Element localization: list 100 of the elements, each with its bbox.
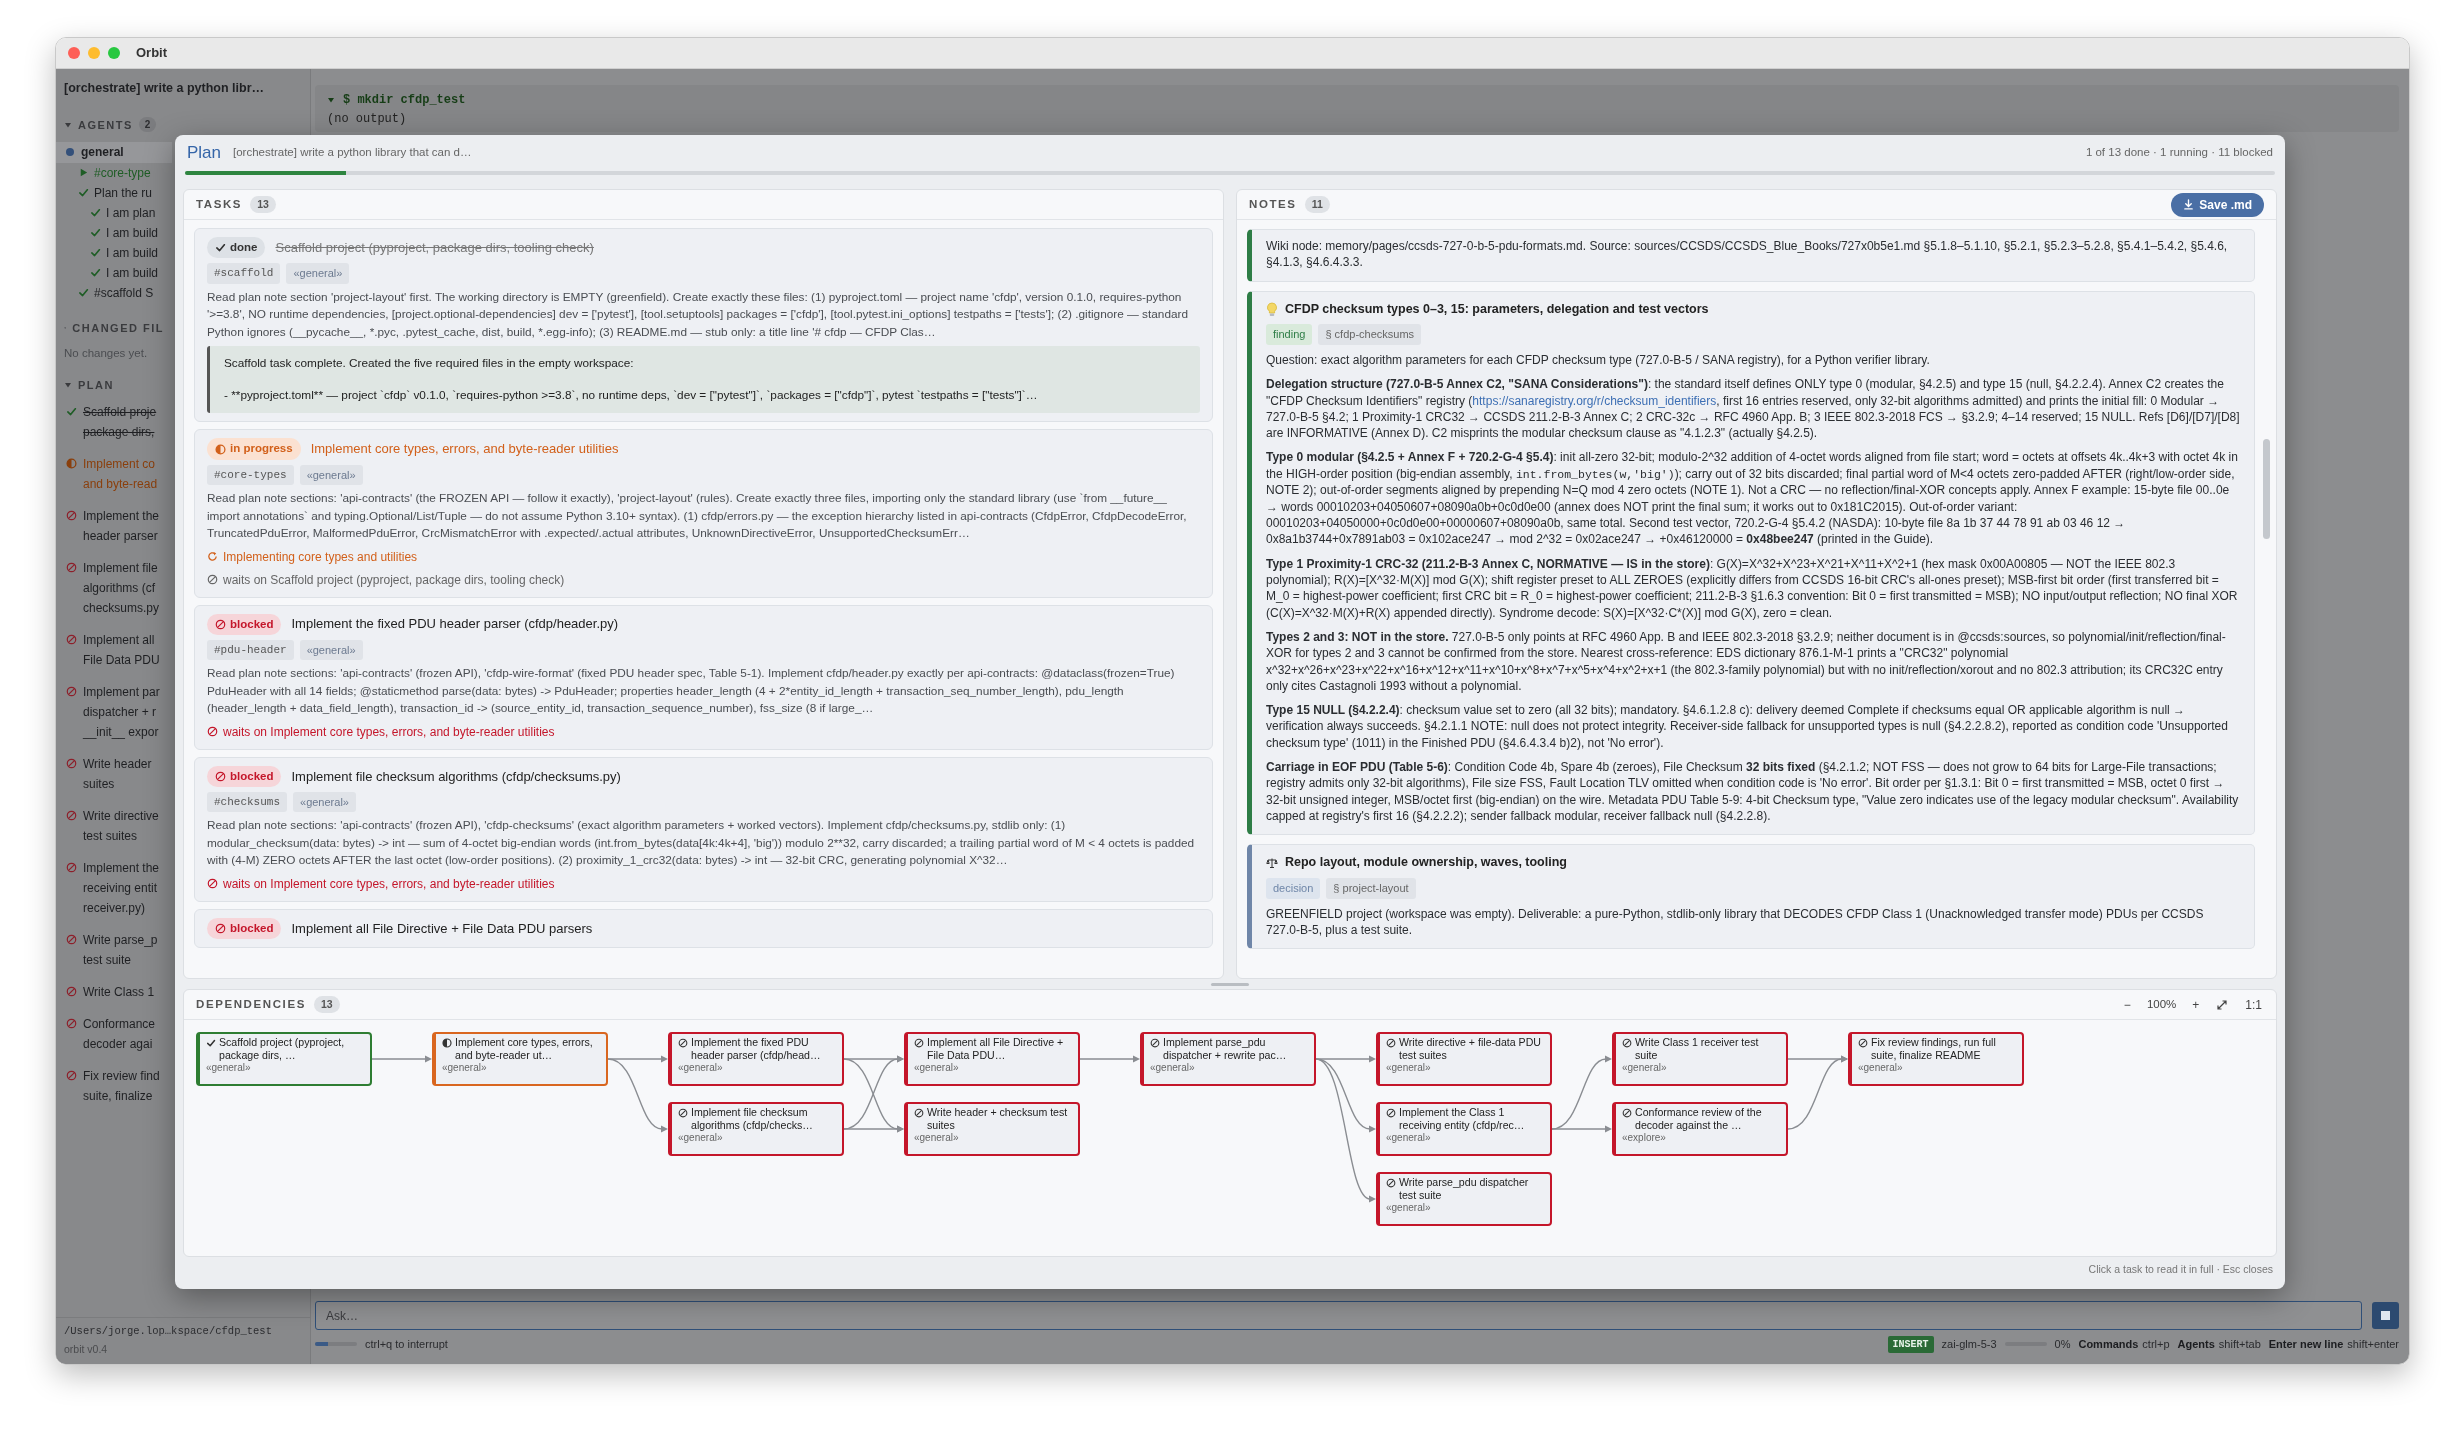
stop-button[interactable] (2372, 1302, 2399, 1329)
task-node[interactable]: Implement core types, errors, and byte-reader ut… «general» (432, 1032, 608, 1086)
plan-item[interactable]: Fix review find suite, finalize (56, 1066, 160, 1106)
tree-item[interactable]: I am plan (56, 202, 172, 223)
section-header[interactable]: CHANGED FIL (56, 316, 172, 339)
half-circle-icon (442, 1038, 452, 1048)
task-card[interactable]: blocked Implement all File Directive + File Data PDU parsers (194, 908, 1213, 949)
slashed-circle-icon (1150, 1038, 1160, 1048)
task-node[interactable]: Conformance review of the decoder against the … «explore» (1612, 1102, 1788, 1156)
close-button[interactable] (68, 47, 80, 59)
shortcut-keys: shift+enter (2347, 1335, 2399, 1353)
result-text: - **pyproject.toml** — project `cfdp` v0.1.0, `requires-python >=3.8`, no runtime deps, `dev = ["pytest"]`, `packages = ["cfdp"]`, pytest `testpaths = ["tests"]`… (224, 386, 1039, 404)
panel-heading: DEPENDENCIES (196, 996, 306, 1012)
task-card[interactable] (194, 604, 1213, 750)
task-node[interactable]: Fix review findings, run full suite, finalize README «general» (1848, 1032, 2024, 1086)
task-node[interactable]: Write Class 1 receiver test suite «general» (1612, 1032, 1788, 1086)
task-description: Read plan note sections: 'api-contracts' (the FROZEN API — follow it exactly), 'project-layout' (rules). Create exactly three files, importing only the standard library (use `from __future__ import annotations` and typing.Optional/List/Tuple — do not assume Python 3.10+ syntax). (1) cfdp/errors.py — the exception hierarchy listed in api-contracts (CfdpError, CfdpDecodeError, TruncatedPduError, MalformedPduError, CrcMismatchError with .expected/.actual attributes, UnknownDirectiveError, UnsupportedChecksumErr… (207, 490, 1188, 543)
section-tag: § cfdp-checksums (1318, 324, 1422, 345)
working-directory: /Users/jorge.lop…kspace/cfdp_test (64, 1323, 273, 1339)
check-icon (90, 267, 101, 279)
tree-item[interactable]: #scaffold S (56, 282, 172, 303)
resize-handle[interactable] (1211, 982, 1249, 986)
tree-item[interactable]: I am build (56, 262, 172, 283)
task-card[interactable] (194, 228, 1213, 423)
status-dot (66, 148, 74, 157)
slashed-circle-icon (66, 758, 77, 769)
task-node[interactable]: Implement file checksum algorithms (cfdp/checks… «general» (668, 1102, 844, 1156)
slashed-circle-icon (66, 686, 77, 697)
slashed-circle-icon (66, 634, 77, 645)
node-tag: «general» (1386, 1202, 1544, 1215)
task-node[interactable]: Write directive + file-data PDU test suites «general» (1376, 1032, 1552, 1086)
node-tag: «general» (1386, 1132, 1544, 1145)
node-title: Write Class 1 receiver test suite (1635, 1036, 1760, 1063)
task-node[interactable]: Implement all File Directive + File Data PDU… «general» (904, 1032, 1080, 1086)
agent-item[interactable]: general (56, 141, 172, 163)
tree-item[interactable]: Plan the ru (56, 182, 172, 203)
plan-item[interactable]: Implement the receiving entit receiver.py) (56, 858, 160, 918)
node-title: Implement the fixed PDU header parser (cfdp/head… (691, 1036, 822, 1063)
slashed-circle-icon (66, 1070, 77, 1081)
zoom-in-button[interactable]: + (2190, 995, 2202, 1014)
slashed-circle-icon (1858, 1038, 1868, 1048)
plan-item[interactable]: Conformance decoder agai (56, 1014, 156, 1054)
prompt-field[interactable]: Ask… (315, 1301, 2362, 1330)
agent-tag: «general» (299, 464, 363, 486)
task-node[interactable]: Implement the Class 1 receiving entity (cfdp/rec… «general» (1376, 1102, 1552, 1156)
slashed-circle-icon (66, 862, 77, 873)
slashed-circle-icon (678, 1108, 688, 1118)
status-text: in progress (230, 441, 293, 457)
slashed-circle-icon (66, 934, 77, 945)
slashed-circle-icon (66, 510, 77, 521)
progress-summary: 1 of 13 done · 1 running · 11 blocked (2085, 145, 2273, 161)
plan-item[interactable]: Implement the header parser (56, 506, 160, 546)
plan-item[interactable]: Scaffold proje package dirs, (56, 402, 157, 442)
node-tag: «general» (1150, 1062, 1308, 1075)
plan-item[interactable]: Write directive test suites (56, 806, 159, 846)
dependency-text: waits on Scaffold project (pyproject, package dirs, tooling check) (223, 571, 565, 589)
task-node[interactable]: Implement the fixed PDU header parser (cfdp/head… «general» (668, 1032, 844, 1086)
node-tag: «general» (206, 1062, 364, 1075)
task-tag: #core-types (207, 464, 294, 486)
node-tag: «general» (442, 1062, 600, 1075)
save-button[interactable]: Save .md (2171, 192, 2264, 217)
note-paragraph: Type 0 modular (§4.2.5 + Annex F + 720.2-G-4 §5.4): init all-zero 32-bit; modulo-2^32 addition of 4-octet words aligned from file start; word = octets at offsets 4k..4k+3 with octet 4k in the HIGH-order position (big-endian assembly, int.from_bytes(w,'big')); carry out of 32 bits discarded; final partial word of M<4 octets zero-padded AFTER (right/low-order side, NOTE 2); out-of-order segments aligned by prepending N=Q mod 4 zero octets (NOTE 1). Not a CRC — no reflection/final-XOR concepts apply. Annex F example: 15-byte file 00..0e → words 00010203+04050607+08090a0b+0c0d0e00 (annex does NOT print the final sum; it works out to 0x181C2015). Out-of-order variant: 00010203+04050000+0c0d0e00+00000607+08090a0b, same total. Second test vector, 720.2-G-4 §5.4.2 (NASDA): 10-byte file 8a 1b 37 44 78 91 ab 03 46 12 → 0x8a1b3744+0x7891ab03 = 0x102ace247 → mod 2^32 = 0x02ace247 → +0x46120000 = 0x48bee247 (printed in the Guide). (1266, 449, 2239, 548)
scrollbar-thumb[interactable] (2263, 439, 2270, 539)
node-title: Implement the Class 1 receiving entity (cfdp/rec… (1399, 1106, 1526, 1133)
zoom-out-button[interactable]: − (2121, 995, 2133, 1014)
node-tag: «general» (914, 1132, 1072, 1145)
plan-item[interactable]: Write Class 1 (56, 982, 155, 1002)
task-node[interactable]: Implement parse_pdu dispatcher + rewrite pac… «general» (1140, 1032, 1316, 1086)
task-node[interactable]: Write header + checksum test suites «general» (904, 1102, 1080, 1156)
status-text: blocked (230, 616, 274, 632)
task-card[interactable] (194, 429, 1213, 598)
section-header[interactable]: PLAN (56, 374, 172, 396)
status-text: blocked (230, 920, 274, 936)
fit-button[interactable] (2215, 999, 2230, 1010)
actual-size-button[interactable]: 1:1 (2243, 995, 2264, 1014)
check-icon (78, 187, 89, 199)
task-card[interactable] (194, 756, 1213, 902)
task-title: Implement all File Directive + File Data PDU parsers (291, 919, 593, 938)
download-icon (2183, 199, 2195, 210)
plan-item[interactable]: Implement all File Data PDU (56, 630, 160, 670)
tree-item[interactable]: I am build (56, 222, 172, 243)
slashed-circle-icon (215, 618, 226, 630)
task-description: Read plan note sections: 'api-contracts' (frozen API), 'cfdp-checksums' (exact algorithm parameters + worked vectors). Implement cfdp/checksums.py, stdlib only: (1) modular_checksum(data: bytes) -> int — sum of 4-octet big-endian words (int.from_bytes(data[4k:4k+4], 'big')) modulo 2**32, carry discarded; a trailing partial word of M < 4 octets is padded with (4-M) ZERO octets AFTER the last octet (low-order positions). (2) proximity_1_crc32(data: bytes) -> int — 32-bit CRC, generating polynomial X^32… (207, 817, 1196, 870)
plan-item[interactable]: Write header suites (56, 754, 152, 794)
node-tag: «general» (678, 1132, 836, 1145)
task-node[interactable]: Write parse_pdu dispatcher test suite «general» (1376, 1172, 1552, 1226)
command-line[interactable]: $ mkdir cfdp_test (327, 91, 466, 109)
node-title: Fix review findings, run full suite, finalize README (1871, 1036, 1997, 1063)
tree-item[interactable]: I am build (56, 242, 172, 263)
node-title: Implement file checksum algorithms (cfdp/checks… (691, 1106, 814, 1133)
context-reading: 0% (2054, 1336, 2071, 1352)
plan-item[interactable]: Write parse_p test suite (56, 930, 158, 970)
plan-item[interactable]: Implement file algorithms (cf checksums.py (56, 558, 160, 618)
task-description: Read plan note sections: 'api-contracts' (frozen API), 'cfdp-wire-format' (fixed PDU header spec, Table 5-1). Implement cfdp/header.py exactly per api-contracts: @dataclass(frozen=True) PduHeader with all 14 fields; @staticmethod parse(data: bytes) -> PduHeader; properties header_length (4 + 2*entity_id_length + transaction_seq_number_length), pdu_length (header_length + data_field_length), transaction_id -> (source_entity_id, transaction_sequence_number), fss_size (8 if large_… (207, 665, 1176, 718)
footer-hint: Click a task to read it in full · Esc closes (2088, 1262, 2273, 1278)
section-header[interactable]: AGENTS 2 (56, 113, 172, 136)
slashed-circle-icon (1386, 1108, 1396, 1118)
plan-item[interactable]: Implement par dispatcher + r __init__ expor (56, 682, 160, 742)
panel-heading: NOTES (1249, 196, 1297, 212)
task-node[interactable]: Scaffold project (pyproject, package dirs, … «general» (196, 1032, 372, 1086)
